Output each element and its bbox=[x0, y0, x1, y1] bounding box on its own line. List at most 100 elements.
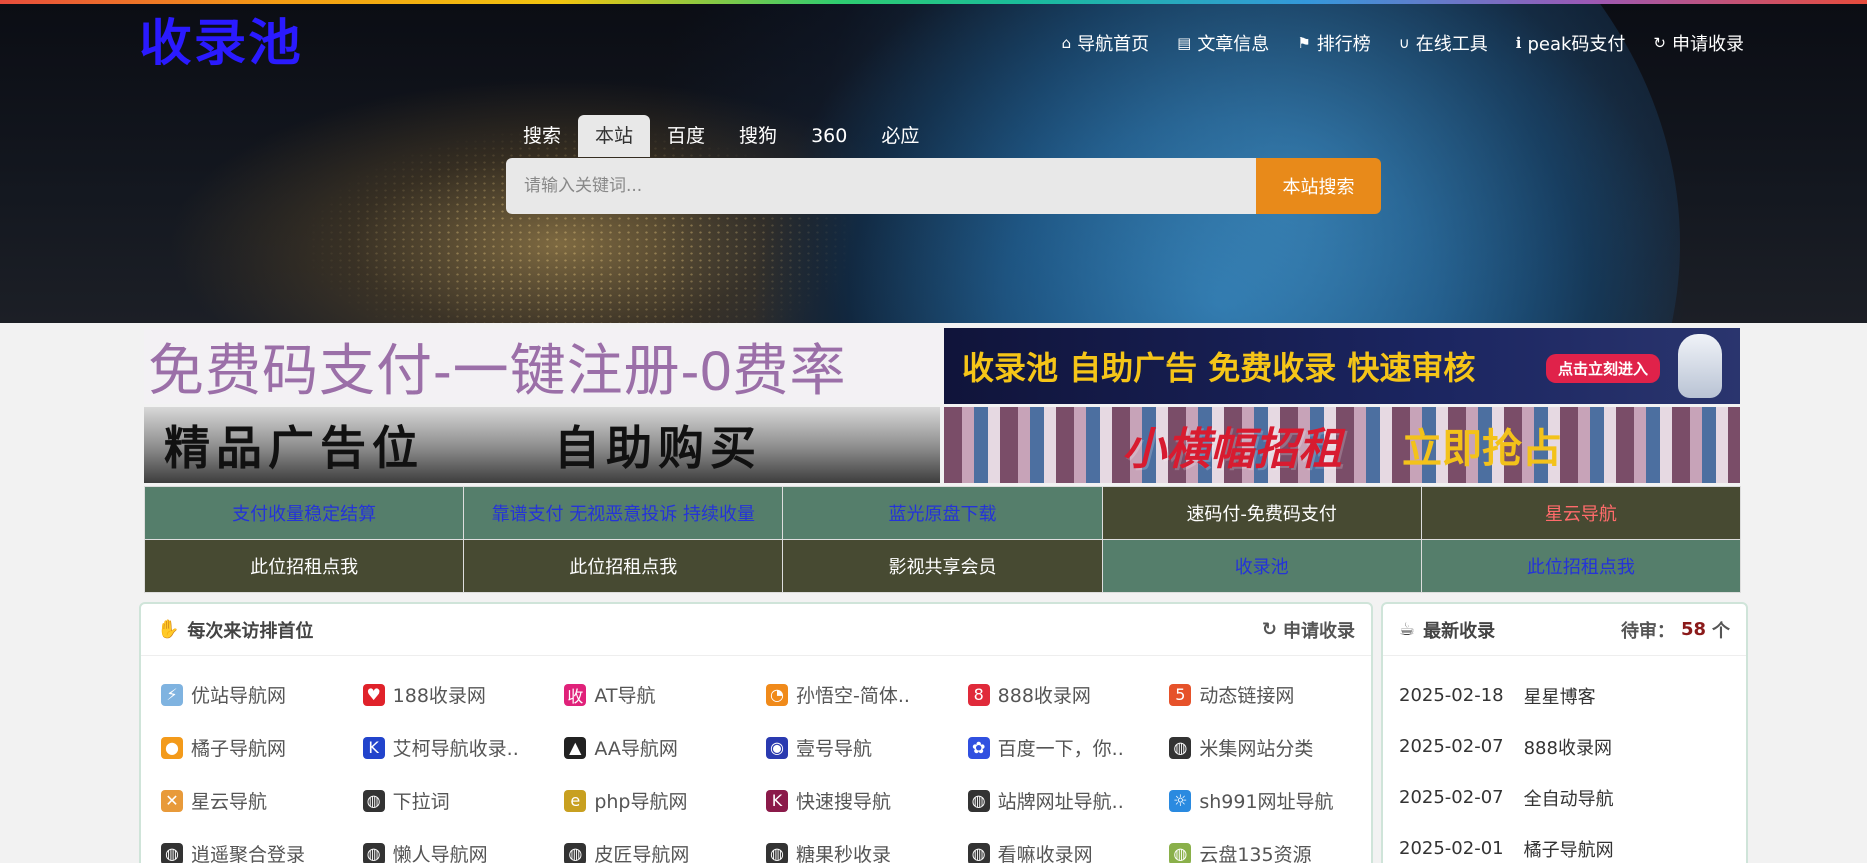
pending-unit: 个 bbox=[1712, 620, 1730, 642]
refresh-icon: ↻ bbox=[1653, 34, 1666, 52]
site-item[interactable]: 8 888收录网 bbox=[967, 668, 1170, 721]
nav-link-4[interactable]: ℹ peak码支付 bbox=[1516, 30, 1626, 56]
site-item[interactable]: 收 AT导航 bbox=[564, 668, 766, 721]
nav-link-label: 排行榜 bbox=[1316, 34, 1371, 55]
site-item[interactable]: ◍ 糖果秒收录 bbox=[766, 827, 968, 863]
site-item[interactable]: ◍ 米集网站分类 bbox=[1169, 721, 1371, 774]
text-link[interactable]: 蓝光原盘下载 bbox=[783, 487, 1102, 539]
site-item[interactable]: ✿ 百度一下，你.. bbox=[967, 721, 1170, 774]
site-name: 优站导航网 bbox=[191, 685, 287, 707]
site-item[interactable]: ◍ 云盘135资源 bbox=[1169, 827, 1371, 863]
recent-item[interactable]: 2025-02-07 888收录网 bbox=[1399, 721, 1746, 772]
site-item[interactable]: K 快速搜导航 bbox=[766, 774, 968, 827]
search-tab-5[interactable]: 必应 bbox=[864, 115, 936, 157]
text-link[interactable]: 此位招租点我 bbox=[1421, 540, 1740, 592]
nav-link-label: 导航首页 bbox=[1077, 34, 1150, 55]
info-icon: ℹ bbox=[1515, 34, 1522, 52]
site-item[interactable]: ✕ 星云导航 bbox=[161, 774, 363, 827]
search-tab-3[interactable]: 搜狗 bbox=[722, 115, 794, 157]
recent-item[interactable]: 2025-02-18 星星博客 bbox=[1399, 670, 1746, 721]
site-item[interactable]: ◍ 逍遥聚合登录 bbox=[161, 827, 363, 863]
text-link[interactable]: 此位招租点我 bbox=[464, 540, 783, 592]
apply-listing-link[interactable]: ↻ 申请收录 bbox=[1262, 617, 1355, 643]
recent-name: 全自动导航 bbox=[1523, 788, 1614, 810]
site-name: 188收录网 bbox=[392, 685, 486, 707]
refresh-icon: ↻ bbox=[1261, 619, 1277, 640]
site-name: php导航网 bbox=[594, 791, 688, 813]
nav-link-1[interactable]: ▤ 文章信息 bbox=[1177, 30, 1269, 56]
recent-list: 2025-02-18 星星博客 2025-02-07 888收录网 2025-02-07… bbox=[1383, 656, 1746, 863]
ad-banner-self-service[interactable]: 收录池 自助广告 免费收录 快速审核 点击立刻进入 bbox=[944, 328, 1740, 404]
site-item[interactable]: K 艾柯导航收录.. bbox=[362, 721, 565, 774]
text-link[interactable]: 星云导航 bbox=[1421, 487, 1740, 539]
ad-banner-premium-slot[interactable]: 精品广告位 自助购买 bbox=[144, 407, 940, 483]
site-favicon-icon: ✿ bbox=[967, 736, 990, 759]
coffee-icon: ☕ bbox=[1399, 619, 1416, 640]
ad-banner-free-pay[interactable]: 免费码支付-一键注册-0费率 bbox=[144, 328, 940, 404]
nav-link-0[interactable]: ⌂ 导航首页 bbox=[1062, 30, 1150, 56]
site-search-button[interactable]: 本站搜索 bbox=[1256, 158, 1381, 214]
site-favicon-icon: ◉ bbox=[766, 736, 788, 759]
site-item[interactable]: ☼ sh991网址导航 bbox=[1169, 774, 1371, 827]
site-favicon-icon: K bbox=[766, 789, 788, 812]
site-favicon-icon: 5 bbox=[1169, 683, 1192, 706]
site-item[interactable]: ● 橘子导航网 bbox=[161, 721, 363, 774]
site-name: 壹号导航 bbox=[796, 738, 873, 760]
handshake-icon: ✋ bbox=[157, 619, 180, 640]
site-favicon-icon: ◍ bbox=[1169, 842, 1192, 863]
nav-link-5[interactable]: ↻ 申请收录 bbox=[1653, 30, 1744, 56]
apply-listing-label: 申请收录 bbox=[1283, 620, 1355, 642]
recent-item[interactable]: 2025-02-01 橘子导航网 bbox=[1399, 823, 1746, 863]
text-link[interactable]: 速码付-免费码支付 bbox=[1102, 487, 1421, 539]
site-favicon-icon: ◍ bbox=[766, 842, 788, 863]
search-tab-4[interactable]: 360 bbox=[794, 115, 864, 157]
site-name: 橘子导航网 bbox=[191, 738, 287, 760]
site-item[interactable]: ⚡ 优站导航网 bbox=[161, 668, 363, 721]
ad-banner-small-rent[interactable]: 小横幅招租 立即抢占 bbox=[944, 407, 1740, 483]
nav-link-2[interactable]: ⚑ 排行榜 bbox=[1297, 30, 1370, 56]
site-logo[interactable]: 收录池 bbox=[139, 18, 303, 68]
nav-link-label: 申请收录 bbox=[1672, 34, 1744, 55]
top-nav: ⌂ 导航首页 ▤ 文章信息 ⚑ 排行榜 ∪ 在线工具 ℹ peak码支付 ↻ 申请收录 bbox=[1062, 30, 1744, 56]
site-favicon-icon: ◍ bbox=[362, 789, 385, 812]
ad-banner-text: 自助购买 bbox=[554, 421, 762, 475]
site-item[interactable]: ◍ 看嘛收录网 bbox=[967, 827, 1170, 863]
flag-icon: ⚑ bbox=[1297, 34, 1311, 52]
site-item[interactable]: ◍ 站牌网址导航.. bbox=[967, 774, 1170, 827]
text-link[interactable]: 此位招租点我 bbox=[145, 540, 464, 592]
text-link[interactable]: 影视共享会员 bbox=[783, 540, 1102, 592]
nav-link-3[interactable]: ∪ 在线工具 bbox=[1399, 30, 1488, 56]
site-item[interactable]: 5 动态链接网 bbox=[1169, 668, 1371, 721]
site-item[interactable]: ♥ 188收录网 bbox=[362, 668, 565, 721]
site-favicon-icon: ◍ bbox=[564, 842, 587, 863]
site-favicon-icon: ● bbox=[161, 736, 183, 759]
text-link[interactable]: 靠谱支付 无视恶意投诉 持续收量 bbox=[464, 487, 783, 539]
search-tab-2[interactable]: 百度 bbox=[650, 115, 722, 157]
site-name: 孙悟空-简体.. bbox=[796, 685, 910, 707]
search-tab-0[interactable]: 搜索 bbox=[506, 115, 578, 157]
text-link[interactable]: 支付收量稳定结算 bbox=[145, 487, 464, 539]
site-favicon-icon: ◔ bbox=[766, 683, 788, 706]
ad-banner-text: 收录池 自助广告 免费收录 快速审核 bbox=[962, 349, 1476, 387]
site-favicon-icon: ✕ bbox=[161, 789, 183, 812]
site-item[interactable]: e php导航网 bbox=[564, 774, 766, 827]
ad-banner-text: 免费码支付-一键注册-0费率 bbox=[148, 338, 847, 402]
site-name: 糖果秒收录 bbox=[796, 844, 892, 863]
site-item[interactable]: ▲ AA导航网 bbox=[564, 721, 766, 774]
recent-item[interactable]: 2025-02-07 全自动导航 bbox=[1399, 772, 1746, 823]
text-link[interactable]: 收录池 bbox=[1102, 540, 1421, 592]
site-name: 快速搜导航 bbox=[796, 791, 892, 813]
site-item[interactable]: ◍ 懒人导航网 bbox=[362, 827, 565, 863]
site-item[interactable]: ◉ 壹号导航 bbox=[766, 721, 968, 774]
site-item[interactable]: ◍ 皮匠导航网 bbox=[564, 827, 766, 863]
pending-number: 58 bbox=[1680, 619, 1706, 640]
site-name: 逍遥聚合登录 bbox=[191, 844, 306, 863]
ad-cta-badge: 点击立刻进入 bbox=[1545, 354, 1660, 383]
recent-name: 888收录网 bbox=[1523, 737, 1612, 759]
site-item[interactable]: ◍ 下拉词 bbox=[362, 774, 565, 827]
pending-label: 待审： bbox=[1620, 620, 1675, 642]
pending-count: 待审： 58 个 bbox=[1621, 617, 1730, 643]
site-item[interactable]: ◔ 孙悟空-简体.. bbox=[766, 668, 968, 721]
search-input[interactable] bbox=[506, 158, 1256, 214]
search-tab-1[interactable]: 本站 bbox=[578, 115, 651, 157]
